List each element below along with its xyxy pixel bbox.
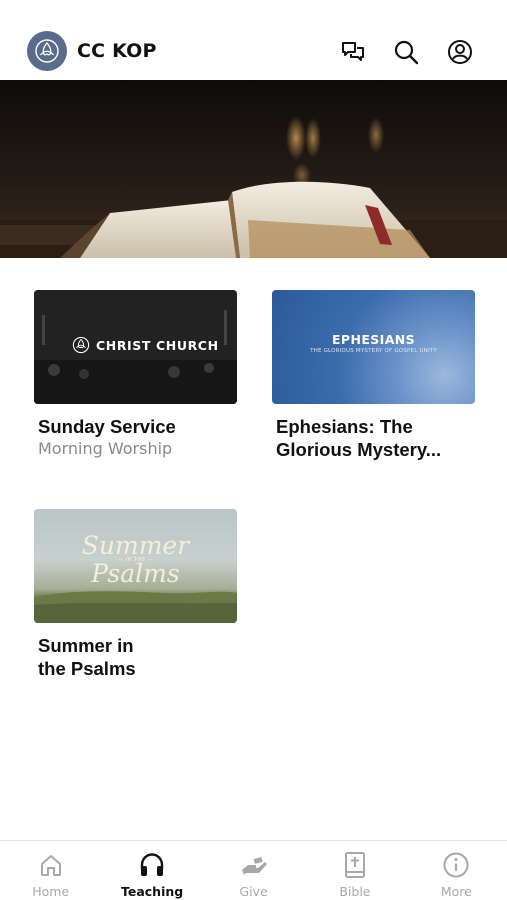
tab-label: More xyxy=(440,884,472,899)
card-title-line-1: Summer in xyxy=(38,635,134,656)
app-title: CC KOP xyxy=(77,40,157,62)
trinity-knot-icon xyxy=(72,336,90,354)
trinity-knot-icon xyxy=(35,39,59,63)
sermon-card-summer-psalms[interactable]: Summer — IN THE — Psalms Summer in the P… xyxy=(34,509,237,680)
ephesians-thumbnail: EPHESIANS THE GLORIOUS MYSTERY OF GOSPEL… xyxy=(272,290,475,404)
card-title: Summer in the Psalms xyxy=(38,634,237,680)
church-logo[interactable] xyxy=(27,31,67,71)
profile-icon xyxy=(448,40,472,64)
thumbnail-title: EPHESIANS xyxy=(331,332,416,347)
tab-more[interactable]: More xyxy=(406,841,507,900)
tab-label: Teaching xyxy=(120,884,184,899)
tab-label: Home xyxy=(32,884,70,899)
sermon-card-sunday-service[interactable]: CHRIST CHURCH Sunday Service Morning Wor… xyxy=(34,290,237,459)
summer-psalms-thumbnail: Summer — IN THE — Psalms xyxy=(34,509,237,623)
card-title: Sunday Service xyxy=(38,416,176,437)
search-icon xyxy=(394,40,419,65)
tab-give[interactable]: Give xyxy=(203,841,304,900)
card-title: Ephesians: The Glorious Mystery... xyxy=(276,416,442,460)
sunday-service-thumbnail: CHRIST CHURCH xyxy=(34,290,237,404)
christ-church-wordmark: CHRIST CHURCH xyxy=(72,336,219,354)
app-header: CC KOP xyxy=(0,0,507,80)
card-title-line-2: the Psalms xyxy=(38,658,136,679)
card-subtitle: Morning Worship xyxy=(38,439,173,458)
info-icon xyxy=(443,852,469,878)
thumbnail-subtitle: THE GLORIOUS MYSTERY OF GOSPEL UNITY xyxy=(310,348,437,354)
headphones-icon xyxy=(140,853,164,876)
profile-button[interactable] xyxy=(446,38,474,66)
hero-banner-image[interactable] xyxy=(0,80,507,258)
sermon-card-ephesians[interactable]: EPHESIANS THE GLORIOUS MYSTERY OF GOSPEL… xyxy=(272,290,475,461)
tab-label: Bible xyxy=(339,884,371,899)
tab-teaching[interactable]: Teaching xyxy=(101,841,202,900)
bible-icon xyxy=(344,852,365,878)
chat-button[interactable] xyxy=(339,38,367,66)
chat-icon xyxy=(342,42,364,61)
thumbnail-line-2: Psalms xyxy=(91,559,180,588)
giving-hand-icon xyxy=(241,857,267,875)
tab-label: Give xyxy=(239,884,268,899)
tab-home[interactable]: Home xyxy=(0,841,101,900)
tab-bible[interactable]: Bible xyxy=(304,841,405,900)
app-screen: CC KOP CHRIST CHURCH Sunday Service Morn… xyxy=(0,0,507,900)
home-icon xyxy=(40,855,61,876)
thumbnail-line-1: Summer xyxy=(81,531,190,560)
search-button[interactable] xyxy=(392,38,420,66)
bottom-tab-bar: Home Teaching Give Bible More xyxy=(0,840,507,900)
thumbnail-text: CHRIST CHURCH xyxy=(96,337,219,353)
